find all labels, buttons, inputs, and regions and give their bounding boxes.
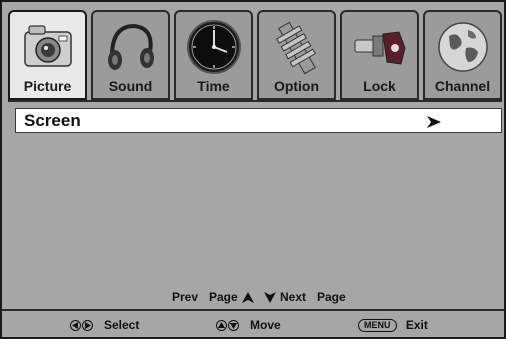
- menu-tab-bar: Picture Sound Time Option Lock Channel: [8, 10, 502, 100]
- next-label: Next: [280, 290, 307, 304]
- page-navigation-hint: Prev Page Next Page: [2, 290, 506, 308]
- tab-picture[interactable]: Picture: [8, 10, 87, 100]
- down-key-icon: [228, 320, 239, 332]
- tab-label: Time: [197, 78, 230, 94]
- tab-sound[interactable]: Sound: [91, 10, 170, 100]
- tab-label: Sound: [108, 78, 153, 94]
- help-move: Move: [216, 318, 281, 332]
- exit-label: Exit: [405, 318, 428, 332]
- page-label: Page: [209, 290, 238, 304]
- tv-osd-menu: Picture Sound Time Option Lock Channel S…: [0, 0, 506, 339]
- gear-icon: [266, 18, 328, 76]
- move-label: Move: [250, 318, 281, 332]
- tab-label: Channel: [434, 78, 491, 94]
- menu-key-icon: MENU: [358, 319, 397, 333]
- help-select: Select: [70, 318, 139, 332]
- tab-option[interactable]: Option: [257, 10, 336, 100]
- camera-icon: [17, 18, 79, 76]
- key-help-bar: Select Move MENU Exit: [2, 309, 504, 337]
- tab-label: Picture: [23, 78, 72, 94]
- tab-label: Lock: [363, 78, 396, 94]
- tab-label: Option: [273, 78, 320, 94]
- tab-channel[interactable]: Channel: [423, 10, 502, 100]
- left-key-icon: [70, 320, 81, 332]
- up-key-icon: [216, 320, 227, 332]
- tab-time[interactable]: Time: [174, 10, 253, 100]
- menu-item-label: Screen: [24, 111, 81, 130]
- menu-item-screen[interactable]: Screen: [15, 108, 502, 133]
- select-label: Select: [104, 318, 140, 332]
- help-exit: MENU Exit: [358, 318, 428, 333]
- page-up-icon: [242, 292, 254, 303]
- page-label: Page: [317, 290, 346, 304]
- right-key-icon: [82, 320, 93, 332]
- clock-icon: [183, 18, 245, 76]
- menu-content-panel: Screen: [8, 100, 502, 310]
- globe-icon: [432, 18, 494, 76]
- submenu-arrow-icon: [427, 116, 441, 128]
- headphones-icon: [100, 18, 162, 76]
- prev-label: Prev: [172, 290, 199, 304]
- page-down-icon: [264, 292, 276, 303]
- tab-lock[interactable]: Lock: [340, 10, 419, 100]
- lock-icon: [349, 18, 411, 76]
